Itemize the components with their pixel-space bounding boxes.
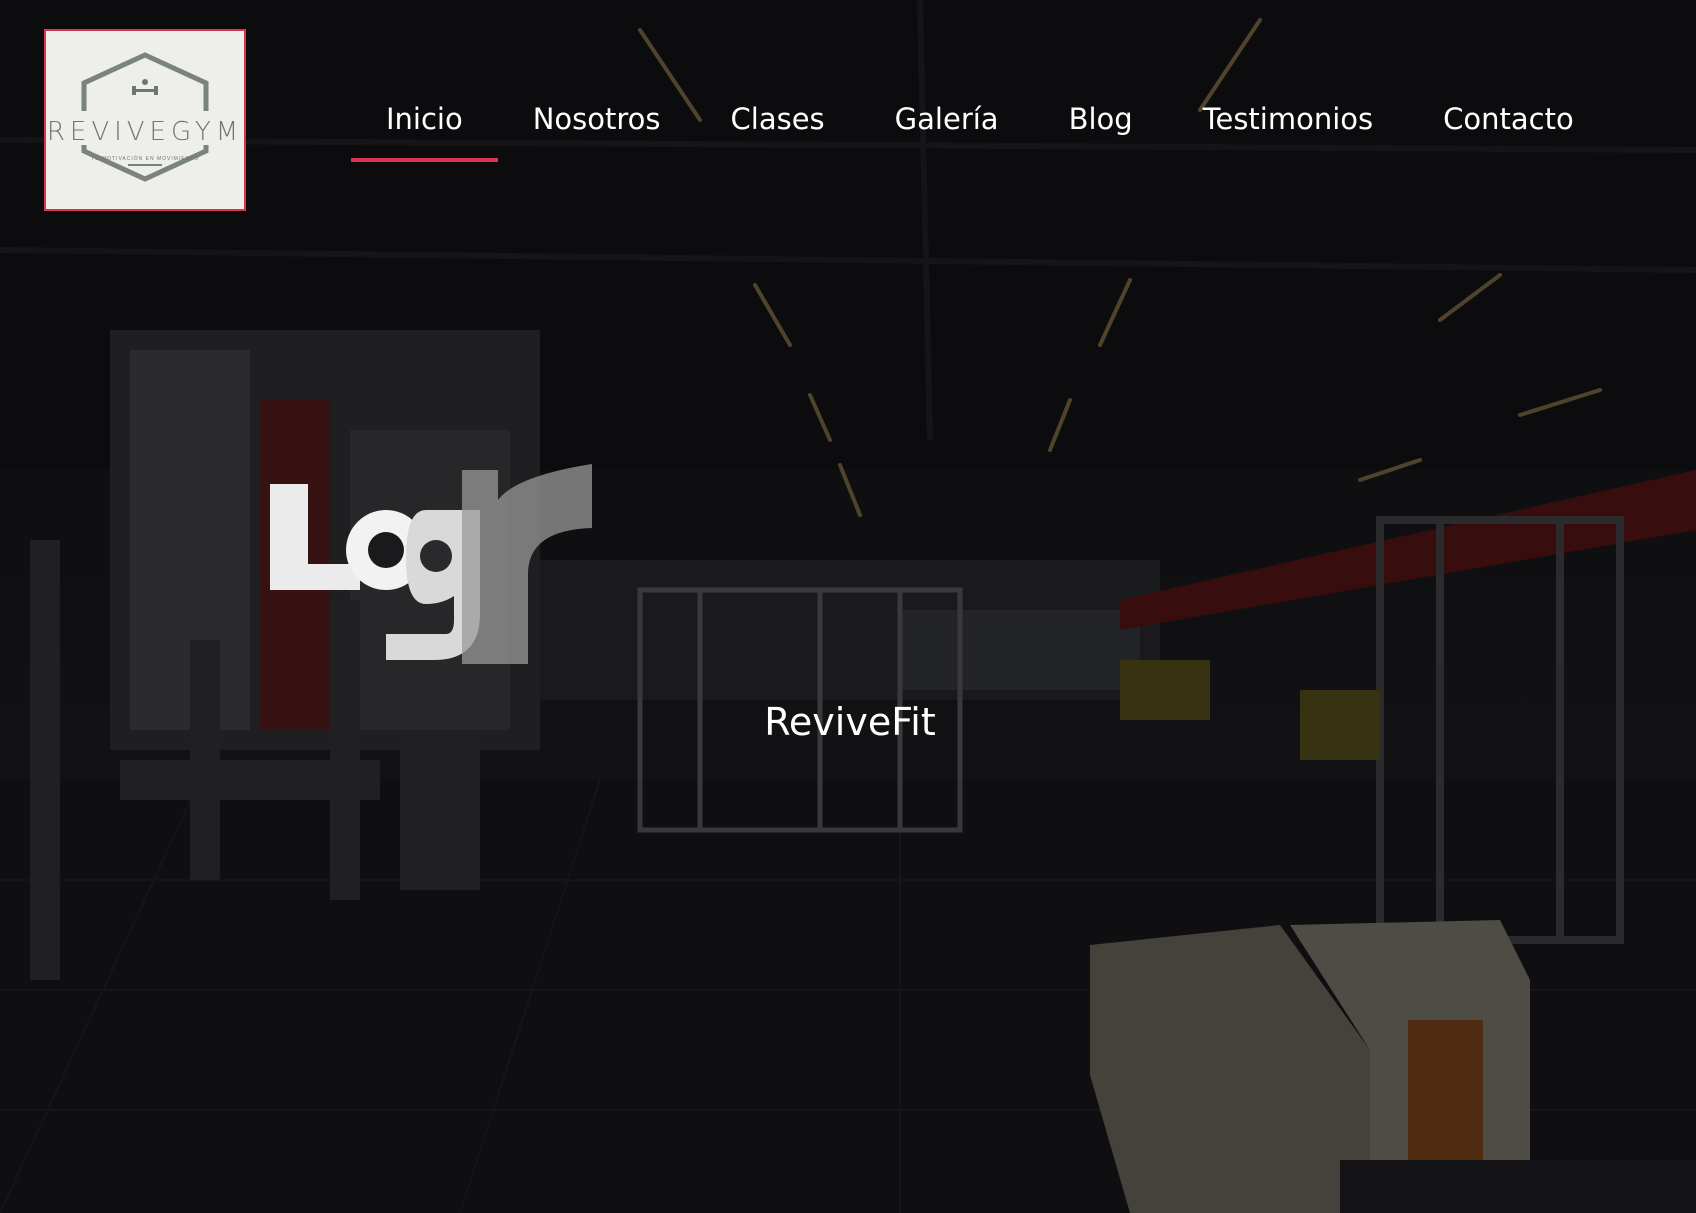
nav-item-nosotros[interactable]: Nosotros — [498, 94, 696, 144]
nav-item-blog[interactable]: Blog — [1034, 94, 1168, 144]
main-navigation: Inicio Nosotros Clases Galería Blog Test… — [351, 94, 1609, 164]
hero-logo-image — [270, 464, 592, 664]
dumbbell-icon — [132, 79, 158, 95]
hero-title: ReviveFit — [764, 700, 936, 744]
nav-item-contacto[interactable]: Contacto — [1408, 94, 1609, 144]
nav-item-clases[interactable]: Clases — [696, 94, 860, 144]
nav-item-testimonios[interactable]: Testimonios — [1168, 94, 1408, 144]
logo-tagline: TU MOTIVACIÓN EN MOVIMIENTO — [90, 156, 200, 162]
dark-overlay — [0, 0, 1696, 1213]
nav-item-inicio[interactable]: Inicio — [351, 94, 498, 162]
nav-item-galeria[interactable]: Galería — [860, 94, 1034, 144]
site-logo[interactable]: REVIVEGYM TU MOTIVACIÓN EN MOVIMIENTO — [44, 29, 246, 211]
hero-section — [0, 0, 1696, 1213]
logo-wordmark: REVIVEGYM — [46, 117, 244, 147]
